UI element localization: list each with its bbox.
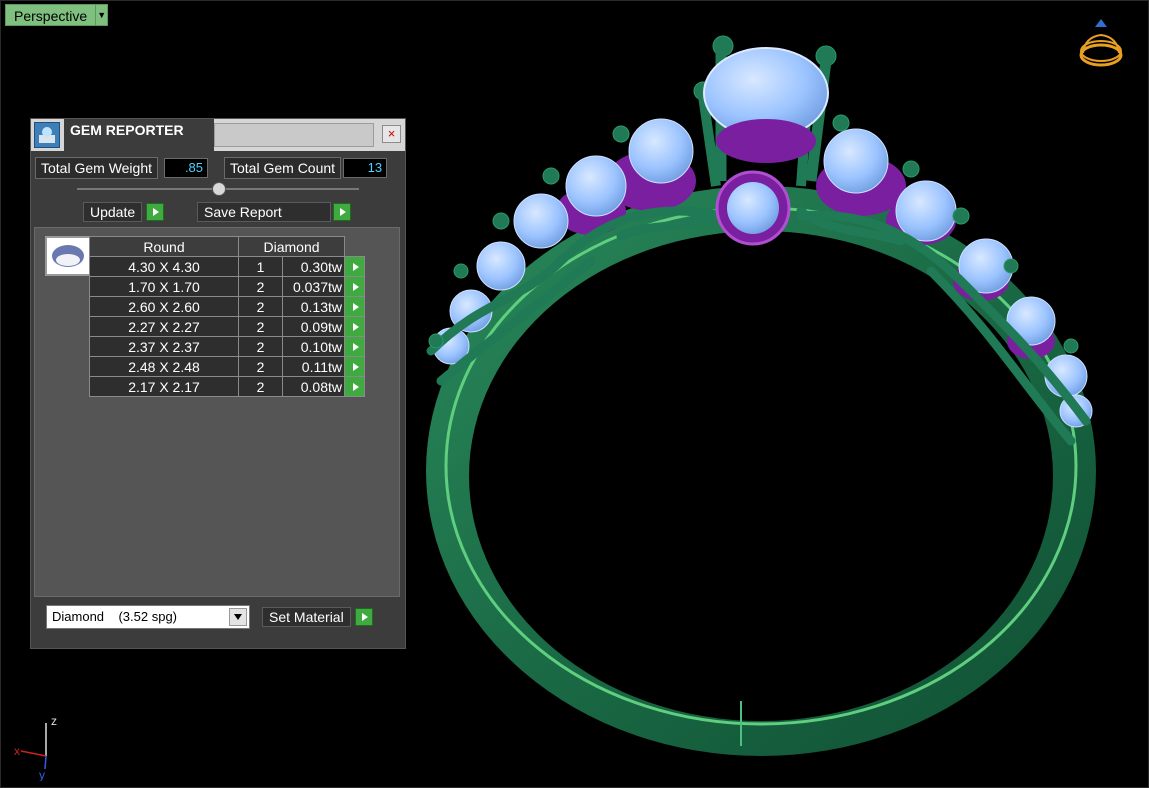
material-selected[interactable]: Diamond (3.52 spg) <box>52 609 177 624</box>
total-gem-weight-label: Total Gem Weight <box>35 157 159 179</box>
play-icon[interactable] <box>345 317 364 336</box>
play-icon[interactable] <box>345 277 364 296</box>
select-gem-button[interactable] <box>344 356 365 377</box>
gem-size: 2.48 X 2.48 <box>89 356 239 377</box>
gem-weight: 0.08tw <box>282 376 345 397</box>
gem-size: 2.60 X 2.60 <box>89 296 239 317</box>
panel-title: GEM REPORTER <box>64 119 214 151</box>
gem-size: 1.70 X 1.70 <box>89 276 239 297</box>
size-slider[interactable] <box>77 181 359 197</box>
gem-weight: 0.13tw <box>282 296 345 317</box>
gem-weight: 0.11tw <box>282 356 345 377</box>
round-gem-icon <box>52 245 84 267</box>
total-gem-weight: Total Gem Weight .85 <box>35 157 209 179</box>
center-stone <box>698 47 832 187</box>
gem-size: 2.17 X 2.17 <box>89 376 239 397</box>
play-icon[interactable] <box>345 377 364 396</box>
total-gem-count: Total Gem Count 13 <box>224 157 388 179</box>
set-material-button[interactable]: Set Material <box>262 607 373 627</box>
axis-y-label: y <box>39 768 45 781</box>
play-icon[interactable] <box>345 337 364 356</box>
gem-quantity: 1 <box>238 256 283 277</box>
update-button[interactable]: Update <box>83 202 165 222</box>
gem-list[interactable]: Round Diamond 4.30 X 4.30 1 0.30tw 1.70 X 1… <box>34 227 400 597</box>
gem-reporter-panel[interactable]: GEM REPORTER × Total Gem Weight .85 Tota… <box>30 118 406 649</box>
3d-viewport[interactable]: Perspective ▼ z x y GEM REPORTER × Total… <box>0 0 1149 788</box>
save-report-button[interactable]: Save Report <box>197 202 351 222</box>
table-header-row: Round Diamond <box>89 236 365 257</box>
axis-triad: z x y <box>14 714 57 781</box>
total-gem-count-value: 13 <box>343 158 388 178</box>
gem-weight: 0.037tw <box>282 276 345 297</box>
chevron-down-icon[interactable] <box>229 608 247 626</box>
axis-z-label: z <box>51 714 57 728</box>
select-gem-button[interactable] <box>344 336 365 357</box>
titlebar-strip <box>214 123 374 147</box>
table-row[interactable]: 2.48 X 2.48 2 0.11tw <box>89 356 365 377</box>
table-row[interactable]: 2.60 X 2.60 2 0.13tw <box>89 296 365 317</box>
gem-quantity: 2 <box>238 316 283 337</box>
table-row[interactable]: 4.30 X 4.30 1 0.30tw <box>89 256 365 277</box>
material-dropdown[interactable]: Diamond (3.52 spg) <box>46 605 250 629</box>
gem-table: Round Diamond 4.30 X 4.30 1 0.30tw 1.70 X 1… <box>89 236 365 397</box>
gem-reporter-icon <box>34 122 60 148</box>
gem-size: 2.27 X 2.27 <box>89 316 239 337</box>
save-report-button-label[interactable]: Save Report <box>197 202 331 222</box>
select-gem-button[interactable] <box>344 376 365 397</box>
set-material-button-label[interactable]: Set Material <box>262 607 351 627</box>
play-icon[interactable] <box>354 608 373 626</box>
select-gem-button[interactable] <box>344 316 365 337</box>
gem-weight: 0.09tw <box>282 316 345 337</box>
gem-size: 2.37 X 2.37 <box>89 336 239 357</box>
select-gem-button[interactable] <box>344 276 365 297</box>
total-gem-count-label: Total Gem Count <box>224 157 342 179</box>
gem-quantity: 2 <box>238 296 283 317</box>
play-icon[interactable] <box>333 203 351 221</box>
viewport-name[interactable]: Perspective <box>5 4 97 26</box>
select-gem-button[interactable] <box>344 256 365 277</box>
column-header-stone: Diamond <box>238 236 345 257</box>
bezel-gem <box>715 170 791 246</box>
gem-shape-thumbnail[interactable] <box>45 236 91 276</box>
gem-weight: 0.10tw <box>282 336 345 357</box>
gem-quantity: 2 <box>238 336 283 357</box>
slider-handle[interactable] <box>212 182 226 196</box>
update-button-label[interactable]: Update <box>83 202 143 222</box>
axis-x-label: x <box>14 744 20 758</box>
table-row[interactable]: 2.17 X 2.17 2 0.08tw <box>89 376 365 397</box>
play-icon[interactable] <box>345 257 364 276</box>
table-row[interactable]: 2.37 X 2.37 2 0.10tw <box>89 336 365 357</box>
total-gem-weight-value: .85 <box>164 158 209 178</box>
gem-quantity: 2 <box>238 376 283 397</box>
table-row[interactable]: 2.27 X 2.27 2 0.09tw <box>89 316 365 337</box>
play-icon[interactable] <box>345 297 364 316</box>
close-icon[interactable]: × <box>382 125 401 143</box>
play-icon[interactable] <box>146 203 165 221</box>
column-header-shape: Round <box>89 236 239 257</box>
gem-weight: 0.30tw <box>282 256 345 277</box>
play-icon[interactable] <box>345 357 364 376</box>
panel-titlebar[interactable]: GEM REPORTER × <box>31 119 405 151</box>
viewport-label[interactable]: Perspective ▼ <box>5 4 109 26</box>
gem-quantity: 2 <box>238 276 283 297</box>
view-gizmo-icon[interactable] <box>1075 15 1129 79</box>
gem-size: 4.30 X 4.30 <box>89 256 239 277</box>
select-gem-button[interactable] <box>344 296 365 317</box>
chevron-down-icon[interactable]: ▼ <box>96 4 109 26</box>
gem-quantity: 2 <box>238 356 283 377</box>
table-row[interactable]: 1.70 X 1.70 2 0.037tw <box>89 276 365 297</box>
